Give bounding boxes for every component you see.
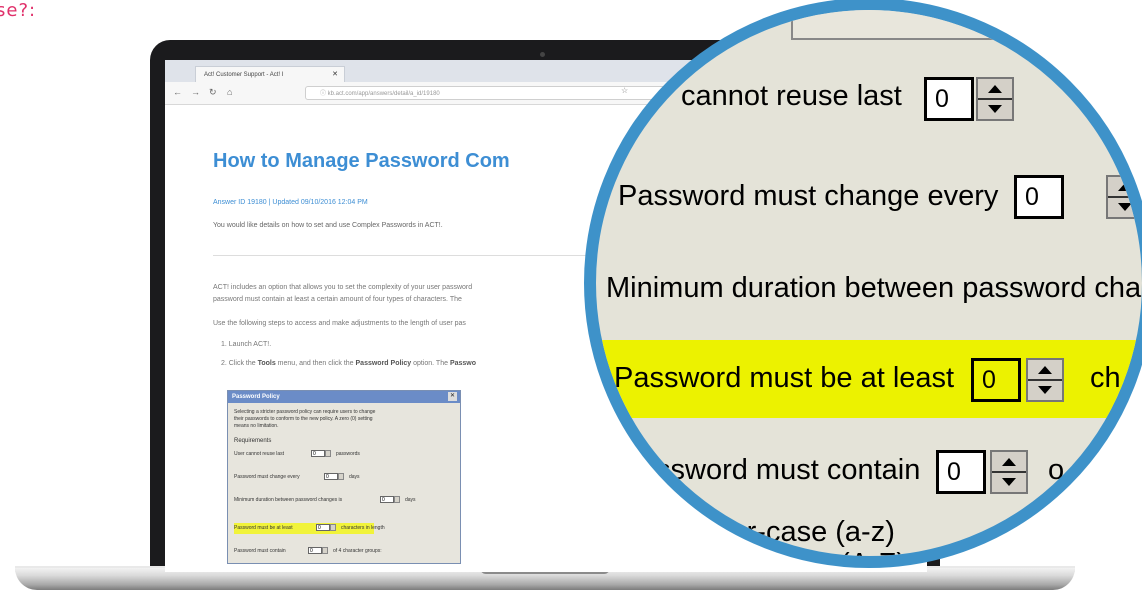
zoom-reuse-label: cannot reuse last [681, 80, 902, 112]
zoom-contain-input: 0 [936, 450, 986, 494]
article-paragraph-3: Use the following steps to access and ma… [213, 320, 466, 327]
dialog-row2-spinner [338, 473, 344, 480]
step-2: 2. Click the Tools menu, and then click … [221, 360, 477, 367]
zoom-contain-spinner [990, 450, 1028, 494]
step-1: 1. Launch ACT!. [221, 341, 272, 348]
article-paragraph-2: password must contain at least a certain… [213, 296, 462, 303]
dialog-row4-value: 0 [316, 524, 330, 531]
dialog-row1-spinner [325, 450, 331, 457]
dialog-row1-label: User cannot reuse last [234, 451, 285, 457]
back-icon[interactable]: ← [173, 87, 182, 97]
zoom-contain-label: ssword must contain [656, 454, 921, 486]
zoom-reuse-spinner [976, 77, 1014, 121]
zoom-least-label: Password must be at least [614, 362, 955, 394]
dialog-close-icon: ✕ [448, 392, 457, 401]
dialog-row2-label: Password must change every [234, 474, 300, 480]
dialog-row3-value: 0 [380, 496, 394, 503]
dialog-row4-spinner [330, 524, 336, 531]
zoom-change-spinner [1106, 175, 1142, 219]
reload-icon[interactable]: ↻ [209, 87, 217, 98]
zoom-change-label: Password must change every [618, 180, 999, 212]
password-policy-link: Password Policy [355, 360, 412, 367]
zoom-uppercase-label: (A-Z) [840, 548, 907, 568]
dialog-desc-1: Selecting a stricter password policy can… [234, 409, 376, 415]
zoom-least-input: 0 [971, 358, 1021, 402]
dialog-row1-unit: passwords [336, 451, 360, 457]
dialog-row5-value: 0 [308, 547, 322, 554]
article-paragraph-1: ACT! includes an option that allows you … [213, 284, 473, 291]
corner-text: se?: [0, 0, 37, 21]
password-policy-dialog-thumbnail: Password Policy ✕ Selecting a stricter p… [227, 390, 461, 564]
dialog-row3-label: Minimum duration between password change… [234, 497, 343, 503]
dialog-row2-unit: days [349, 474, 360, 480]
dialog-row4-label: Password must be at least [234, 525, 293, 531]
zoom-contain-unit: o [1048, 454, 1065, 486]
zoom-top-field [791, 10, 1045, 40]
dialog-title: Password Policy [228, 391, 460, 403]
dialog-section-label: Requirements [234, 438, 272, 444]
zoom-minimum-label: Minimum duration between password cha [606, 272, 1142, 304]
article-title: How to Manage Password Com [213, 150, 510, 172]
dialog-desc-2: their passwords to conform to the new po… [234, 416, 373, 422]
dialog-row3-spinner [394, 496, 400, 503]
zoom-change-input: 0 [1014, 175, 1064, 219]
tab-close-icon[interactable]: ✕ [332, 67, 338, 83]
article-intro: You would like details on how to set and… [213, 222, 443, 229]
zoom-lowercase-label: ver-case (a-z) [716, 516, 895, 548]
magnified-dialog: ts cannot reuse last 0 Password must cha… [596, 10, 1142, 556]
zoom-least-spinner [1026, 358, 1064, 402]
dialog-row3-unit: days [405, 497, 416, 503]
dialog-row5-spinner [322, 547, 328, 554]
article-meta: Answer ID 19180 | Updated 09/10/2016 12:… [213, 199, 368, 206]
dialog-row1-value: 0 [311, 450, 325, 457]
laptop-camera [540, 52, 545, 57]
tools-menu-link: Tools [257, 360, 276, 367]
forward-icon[interactable]: → [191, 87, 200, 97]
browser-tab[interactable]: Act! Customer Support - Act! I ✕ [195, 66, 345, 82]
dialog-row2-value: 0 [324, 473, 338, 480]
tab-title: Act! Customer Support - Act! I [204, 72, 284, 78]
zoom-top-fragment: ts [756, 0, 774, 21]
zoom-reuse-input: 0 [924, 77, 974, 121]
dialog-row5-unit: of 4 character groups: [333, 548, 382, 554]
home-icon[interactable]: ⌂ [227, 87, 232, 97]
dialog-desc-3: means no limitation. [234, 423, 279, 429]
dialog-row5-label: Password must contain [234, 548, 286, 554]
magnifier-circle: ts cannot reuse last 0 Password must cha… [584, 0, 1142, 568]
dialog-row4-unit: characters in length [341, 525, 385, 531]
zoom-least-unit: ch [1090, 362, 1121, 394]
